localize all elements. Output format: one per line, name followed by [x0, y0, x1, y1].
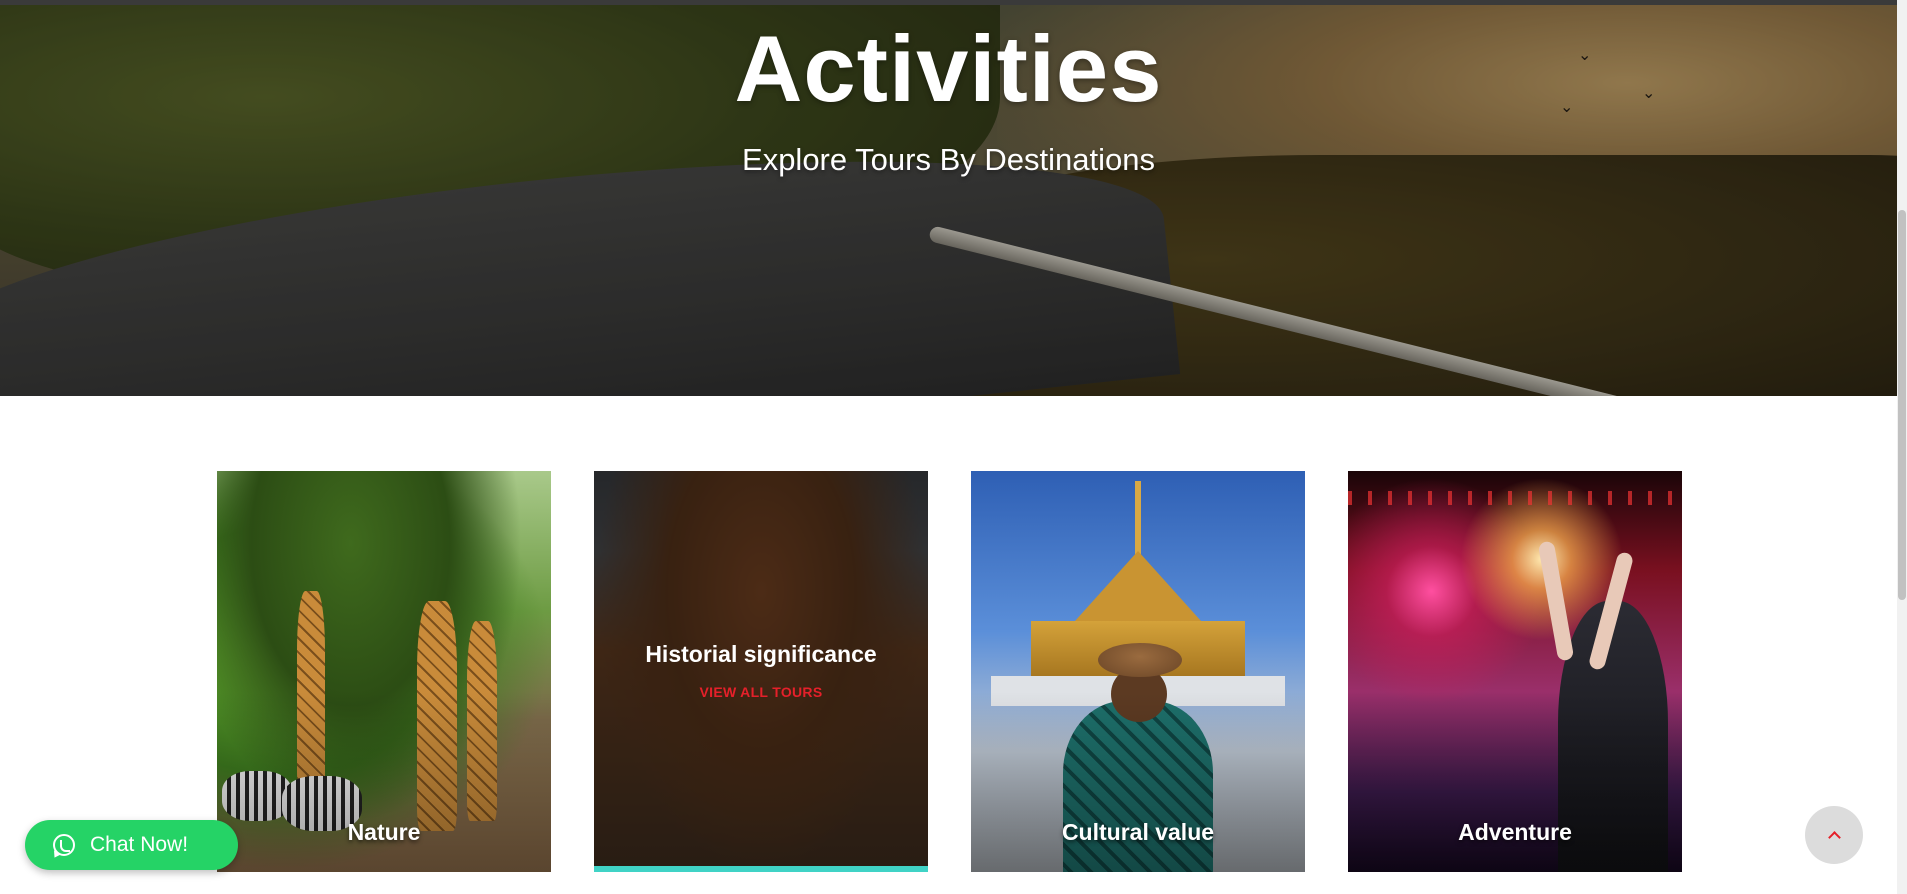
activity-card-nature[interactable]: Nature [217, 471, 551, 872]
active-underline [594, 866, 928, 872]
activity-card-adventure[interactable]: Adventure [1348, 471, 1682, 872]
card-title: Nature [347, 819, 421, 845]
whatsapp-icon [53, 834, 75, 856]
page-title: Activities [734, 16, 1163, 121]
scroll-to-top-button[interactable] [1805, 806, 1863, 864]
scrollbar[interactable] [1897, 0, 1907, 894]
chevron-up-icon [1827, 830, 1841, 844]
chat-now-label: Chat Now! [90, 833, 189, 856]
card-title: Cultural value [1061, 819, 1215, 845]
page-subtitle: Explore Tours By Destinations [742, 142, 1155, 177]
chat-now-button[interactable]: Chat Now! [25, 820, 238, 870]
scrollbar-thumb[interactable] [1898, 210, 1906, 600]
activity-card-historical[interactable]: Historial significance VIEW ALL TOURS [594, 471, 928, 872]
card-title: Adventure [1458, 819, 1572, 845]
view-all-tours-link[interactable]: VIEW ALL TOURS [594, 684, 928, 700]
card-title: Historial significance [645, 641, 877, 667]
hero-banner: ⌄ ⌄ ⌄ Activities Explore Tours By Destin… [0, 5, 1897, 396]
activity-card-cultural[interactable]: Cultural value [971, 471, 1305, 872]
